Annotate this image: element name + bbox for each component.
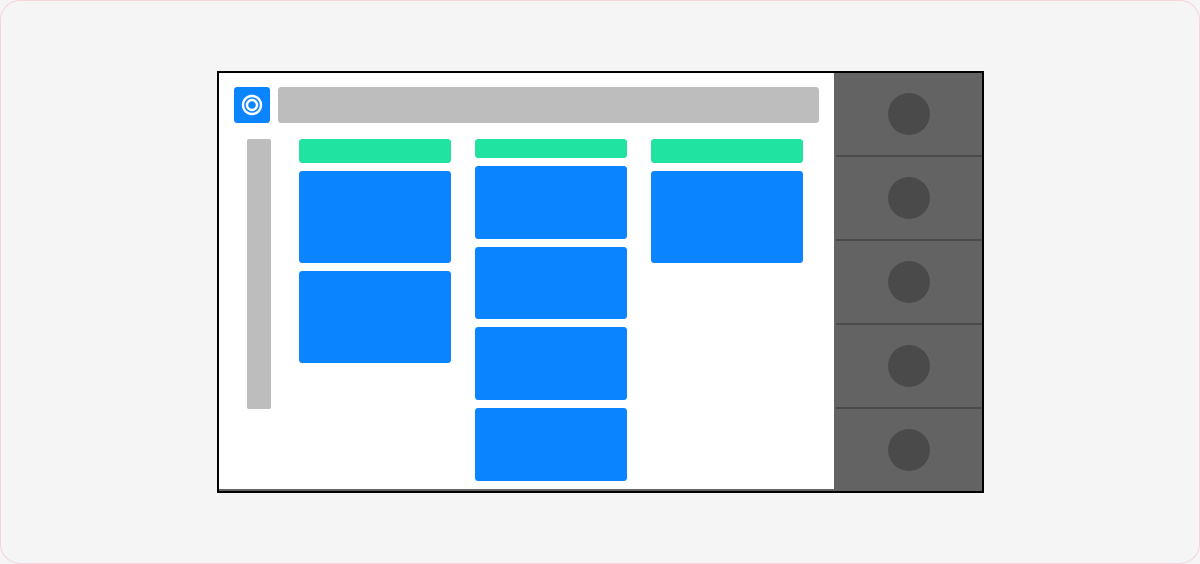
board-card[interactable] [651, 171, 803, 263]
board-card[interactable] [299, 171, 451, 263]
board-card[interactable] [475, 166, 627, 239]
board-card[interactable] [299, 271, 451, 363]
circle-icon [888, 177, 930, 219]
app-logo-button[interactable] [234, 87, 270, 123]
column-header[interactable] [651, 139, 803, 163]
dock-item[interactable] [836, 407, 982, 491]
device-frame [217, 71, 984, 493]
column-header[interactable] [299, 139, 451, 163]
board-card[interactable] [475, 247, 627, 320]
dock-item[interactable] [836, 155, 982, 239]
circle-icon [888, 93, 930, 135]
illustration-frame [0, 0, 1200, 564]
search-input[interactable] [278, 87, 819, 123]
spiral-logo-icon [240, 93, 264, 117]
dock-item[interactable] [836, 323, 982, 407]
dock-item[interactable] [836, 73, 982, 155]
sidebar-scrollbar[interactable] [247, 139, 271, 409]
circle-icon [888, 261, 930, 303]
board-column [475, 139, 627, 489]
kanban-board [299, 139, 819, 489]
column-header[interactable] [475, 139, 627, 158]
circle-icon [888, 429, 930, 471]
board-card[interactable] [475, 408, 627, 481]
board-column [651, 139, 803, 489]
board-card[interactable] [475, 327, 627, 400]
app-window [219, 73, 834, 489]
side-dock [836, 73, 982, 489]
topbar [234, 87, 819, 123]
dock-item[interactable] [836, 239, 982, 323]
board-column [299, 139, 451, 489]
circle-icon [888, 345, 930, 387]
board-columns [299, 139, 819, 489]
